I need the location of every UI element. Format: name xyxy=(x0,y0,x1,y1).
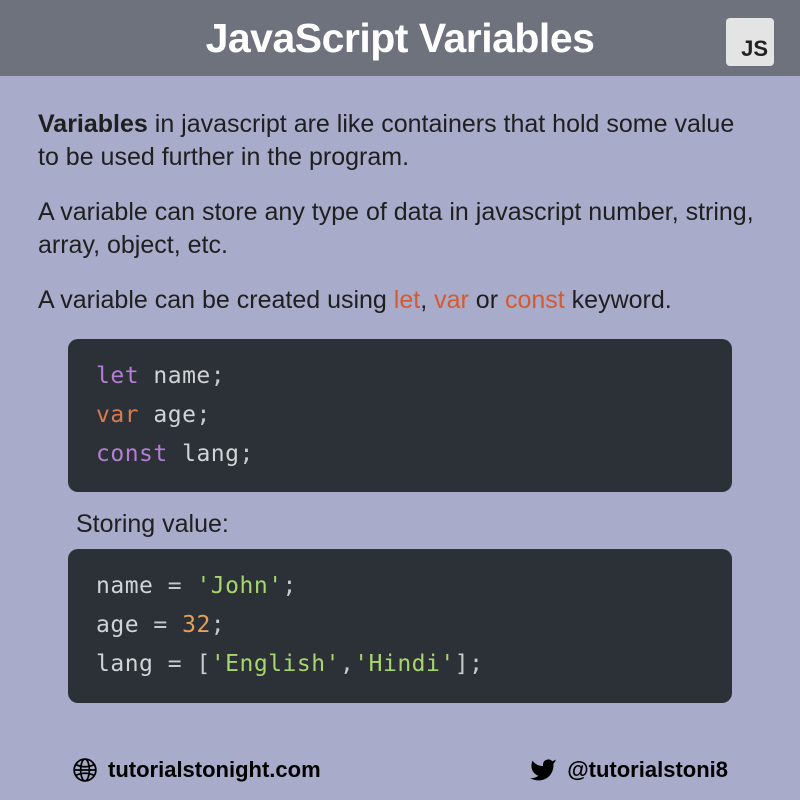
content-area: Variables in javascript are like contain… xyxy=(0,76,800,748)
semicolon: ; xyxy=(196,402,210,428)
variables-keyword: Variables xyxy=(38,110,148,138)
website-text: tutorialstonight.com xyxy=(108,757,321,783)
let-token: let xyxy=(96,363,139,389)
p3-text-d: keyword. xyxy=(565,286,672,314)
name-ident: name xyxy=(139,363,211,389)
var-keyword: var xyxy=(434,286,469,314)
semicolon: ; xyxy=(211,612,225,638)
age-ident: age xyxy=(96,612,153,638)
equals: = xyxy=(168,651,197,677)
string-hindi: 'Hindi' xyxy=(354,651,454,677)
const-token: const xyxy=(96,441,168,467)
footer-website: tutorialstonight.com xyxy=(72,757,321,783)
p3-text-a: A variable can be created using xyxy=(38,286,394,314)
let-keyword: let xyxy=(394,286,420,314)
intro-paragraph-2: A variable can store any type of data in… xyxy=(38,196,762,262)
semicolon: ; xyxy=(211,363,225,389)
footer-twitter: @tutorialstoni8 xyxy=(529,756,728,784)
comma: , xyxy=(340,651,354,677)
string-english: 'English' xyxy=(211,651,340,677)
intro-paragraph-1: Variables in javascript are like contain… xyxy=(38,108,762,174)
intro-paragraph-3: A variable can be created using let, var… xyxy=(38,284,762,317)
var-token: var xyxy=(96,402,139,428)
twitter-icon xyxy=(529,756,557,784)
number-32: 32 xyxy=(182,612,211,638)
lang-ident: lang xyxy=(96,651,168,677)
age-ident: age xyxy=(139,402,196,428)
p3-text-b: , xyxy=(420,286,434,314)
name-ident: name xyxy=(96,573,168,599)
semicolon: ; xyxy=(240,441,254,467)
equals: = xyxy=(153,612,182,638)
globe-icon xyxy=(72,757,98,783)
code-line: const lang; xyxy=(96,435,704,474)
js-badge-icon: JS xyxy=(726,18,774,66)
footer: tutorialstonight.com @tutorialstoni8 xyxy=(0,748,800,800)
code-block-assignment: name = 'John'; age = 32; lang = ['Englis… xyxy=(68,549,732,702)
string-john: 'John' xyxy=(196,573,282,599)
lang-ident: lang xyxy=(168,441,240,467)
header-bar: JavaScript Variables JS xyxy=(0,0,800,76)
page-title: JavaScript Variables xyxy=(206,15,595,62)
semicolon: ; xyxy=(469,651,483,677)
storing-value-subheading: Storing value: xyxy=(76,510,762,539)
bracket-close: ] xyxy=(455,651,469,677)
code-line: var age; xyxy=(96,396,704,435)
p3-text-c: or xyxy=(469,286,505,314)
twitter-handle: @tutorialstoni8 xyxy=(567,757,728,783)
const-keyword: const xyxy=(505,286,565,314)
code-block-declaration: let name; var age; const lang; xyxy=(68,339,732,492)
equals: = xyxy=(168,573,197,599)
code-line: name = 'John'; xyxy=(96,567,704,606)
semicolon: ; xyxy=(283,573,297,599)
code-line: age = 32; xyxy=(96,606,704,645)
bracket-open: [ xyxy=(196,651,210,677)
code-line: let name; xyxy=(96,357,704,396)
code-line: lang = ['English','Hindi']; xyxy=(96,645,704,684)
